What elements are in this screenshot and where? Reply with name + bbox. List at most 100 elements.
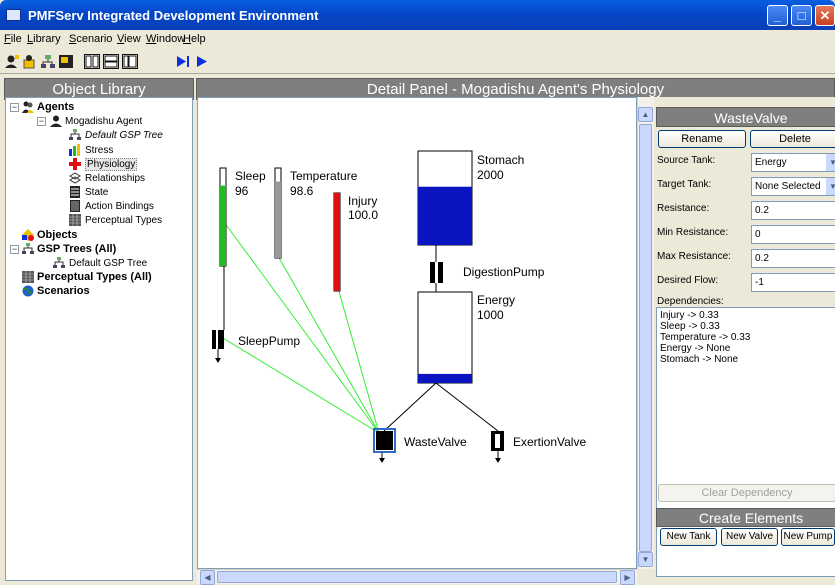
min-resistance-field[interactable]: 0 <box>751 225 835 244</box>
tree-relationships[interactable]: Relationships <box>85 172 145 185</box>
clear-dependency-button[interactable]: Clear Dependency <box>658 484 835 502</box>
energy-to-exertion-line <box>435 382 499 432</box>
expand-toggle[interactable]: − <box>10 103 19 112</box>
expand-toggle[interactable]: − <box>10 245 19 254</box>
dependency-item[interactable]: Stomach -> None <box>660 354 835 365</box>
canvas-vertical-scrollbar[interactable]: ▲ ▼ <box>637 97 654 569</box>
new-perceptual-type-icon[interactable] <box>58 54 74 69</box>
tree-default-gsp-tree-italic[interactable]: Default GSP Tree <box>85 129 163 142</box>
min-resistance-label: Min Resistance: <box>657 227 729 238</box>
tree-stress[interactable]: Stress <box>85 144 113 157</box>
tank-temperature-value: 98.6 <box>290 184 314 198</box>
new-valve-button[interactable]: New Valve <box>721 528 778 546</box>
tree-gsp-trees[interactable]: GSP Trees (All) <box>37 243 116 256</box>
tank-temperature-name: Temperature <box>290 169 358 183</box>
canvas-horizontal-scrollbar[interactable]: ◀ ▶ <box>197 569 637 585</box>
chevron-down-icon[interactable]: ▼ <box>826 178 835 195</box>
play-icon[interactable] <box>194 54 210 69</box>
new-object-icon[interactable] <box>22 54 38 69</box>
tank-stomach-fill <box>418 186 472 245</box>
expand-toggle[interactable]: − <box>37 117 46 126</box>
max-resistance-field[interactable]: 0.2 <box>751 249 835 268</box>
outlet-arrow-icon <box>215 358 221 363</box>
tree-objects[interactable]: Objects <box>37 229 77 242</box>
desired-flow-field[interactable]: -1 <box>751 273 835 292</box>
dependency-item[interactable]: Energy -> None <box>660 343 835 354</box>
maximize-button[interactable]: □ <box>791 5 812 26</box>
dependency-item[interactable]: Temperature -> 0.33 <box>660 332 835 343</box>
objects-icon <box>22 229 34 241</box>
target-tank-select[interactable]: None Selected ▼ <box>751 177 835 196</box>
menu-help[interactable]: Help <box>183 33 206 45</box>
tree-physiology-label: Physiology <box>85 158 138 171</box>
tree-default-gsp-tree-italic-label: Default GSP Tree <box>85 130 163 141</box>
menu-file[interactable]: File <box>4 33 22 45</box>
tile-horizontal-icon[interactable] <box>103 54 119 69</box>
scroll-right-icon[interactable]: ▶ <box>620 570 635 585</box>
step-forward-icon[interactable] <box>175 54 191 69</box>
scroll-left-icon[interactable]: ◀ <box>200 570 215 585</box>
close-button[interactable]: ✕ <box>815 5 835 26</box>
object-library-tree: − Agents − Mogadishu Agent Default GSP T… <box>5 97 193 581</box>
valve-exertion-label: ExertionValve <box>513 435 586 449</box>
resistance-field[interactable]: 0.2 <box>751 201 835 220</box>
new-tank-button[interactable]: New Tank <box>660 528 717 546</box>
menu-library[interactable]: Library <box>27 33 61 45</box>
resistance-label: Resistance: <box>657 203 710 214</box>
tank-sleep[interactable]: Sleep 96 <box>219 167 266 267</box>
vertical-scroll-thumb[interactable] <box>639 124 652 552</box>
tree-relationships-label: Relationships <box>85 173 146 184</box>
dependencies-label: Dependencies: <box>657 296 724 307</box>
new-agent-icon[interactable] <box>4 54 20 69</box>
source-tank-select[interactable]: Energy ▼ <box>751 153 835 172</box>
minimize-button[interactable]: _ <box>767 5 788 26</box>
chevron-down-icon[interactable]: ▼ <box>826 154 835 171</box>
tank-temperature-fill <box>275 181 281 258</box>
tank-sleep-fill <box>220 185 226 266</box>
tree-physiology[interactable]: Physiology <box>85 158 138 171</box>
horizontal-scroll-thumb[interactable] <box>217 571 617 583</box>
app-icon <box>6 9 21 21</box>
source-tank-label: Source Tank: <box>657 155 716 166</box>
new-pump-button[interactable]: New Pump <box>781 528 835 546</box>
delete-button[interactable]: Delete <box>750 130 835 148</box>
tree-default-gsp-tree[interactable]: Default GSP Tree <box>69 257 147 270</box>
tank-temperature[interactable]: Temperature 98.6 <box>274 167 358 259</box>
dependency-link-sleep <box>223 221 380 434</box>
tree-agents[interactable]: Agents <box>37 101 74 114</box>
tree-state[interactable]: State <box>85 186 108 199</box>
cascade-icon[interactable] <box>122 54 138 69</box>
title-bar: PMFServ Integrated Development Environme… <box>0 0 835 30</box>
menu-scenario[interactable]: Scenario <box>69 33 112 45</box>
tank-injury[interactable]: Injury 100.0 <box>333 192 378 292</box>
physiology-icon <box>69 158 81 170</box>
tree-action-bindings-label: Action Bindings <box>85 201 154 212</box>
pump-digestion[interactable]: DigestionPump <box>430 262 545 283</box>
new-gsp-tree-icon[interactable] <box>40 54 56 69</box>
target-tank-value: None Selected <box>755 181 821 192</box>
dependency-item[interactable]: Sleep -> 0.33 <box>660 321 835 332</box>
rename-button[interactable]: Rename <box>658 130 746 148</box>
tree-mogadishu-agent-label: Mogadishu Agent <box>65 116 143 127</box>
scroll-up-icon[interactable]: ▲ <box>638 107 653 122</box>
dependency-item[interactable]: Injury -> 0.33 <box>660 310 835 321</box>
physiology-diagram[interactable]: Sleep 96 Temperature 98.6 Injury 100.0 S… <box>198 98 637 569</box>
tree-action-bindings[interactable]: Action Bindings <box>85 200 154 213</box>
tree-perceptual-types[interactable]: Perceptual Types <box>85 214 162 227</box>
tile-vertical-icon[interactable] <box>84 54 100 69</box>
scroll-down-icon[interactable]: ▼ <box>638 552 653 567</box>
tank-stomach[interactable]: Stomach 2000 <box>417 150 524 246</box>
menu-view[interactable]: View <box>117 33 141 45</box>
physiology-canvas[interactable]: Sleep 96 Temperature 98.6 Injury 100.0 S… <box>197 97 637 569</box>
valve-waste-label: WasteValve <box>404 435 467 449</box>
tree-mogadishu-agent[interactable]: Mogadishu Agent <box>65 115 142 128</box>
tank-energy[interactable]: Energy 1000 <box>417 291 515 384</box>
tree-scenarios[interactable]: Scenarios <box>37 285 90 298</box>
tree-agents-label: Agents <box>37 101 75 113</box>
menu-window[interactable]: Window <box>146 33 185 45</box>
source-tank-value: Energy <box>755 157 787 168</box>
pump-digestion-label: DigestionPump <box>463 265 545 279</box>
valve-exertion[interactable]: ExertionValve <box>491 431 586 451</box>
tree-perceptual-types-all[interactable]: Perceptual Types (All) <box>37 271 152 284</box>
valve-waste[interactable]: WasteValve <box>373 428 467 453</box>
